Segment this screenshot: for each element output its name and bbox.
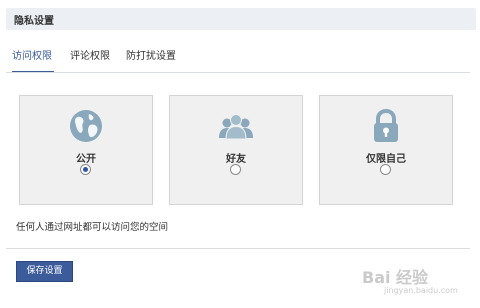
- baidu-jingyan-watermark: Bai 经验 jingyan.baidu.com: [362, 264, 474, 300]
- tab-comment-permissions[interactable]: 评论权限: [70, 47, 114, 71]
- globe-icon: [70, 110, 102, 142]
- friends-icon: [219, 114, 253, 140]
- page-title: 隐私设置: [14, 16, 54, 27]
- watermark-text: Bai 经验: [362, 268, 429, 287]
- tab-bar: 访问权限 评论权限 防打扰设置: [6, 47, 470, 73]
- save-settings-button[interactable]: 保存设置: [16, 261, 73, 282]
- option-label-public: 公开: [76, 154, 96, 165]
- radio-only-me[interactable]: [380, 164, 391, 175]
- radio-friends[interactable]: [230, 164, 241, 175]
- tab-anti-disturb-settings[interactable]: 防打扰设置: [126, 47, 182, 71]
- option-label-only-me: 仅限自己: [366, 154, 406, 165]
- watermark-subtext: jingyan.baidu.com: [384, 286, 458, 295]
- radio-public[interactable]: [80, 164, 91, 175]
- option-label-friends: 好友: [226, 154, 246, 165]
- option-card-public[interactable]: 公开: [19, 95, 153, 205]
- lock-icon: [374, 108, 398, 142]
- option-card-only-me[interactable]: 仅限自己: [319, 95, 453, 205]
- settings-header: 隐私设置: [6, 8, 476, 30]
- tabs-divider: [6, 72, 470, 73]
- permission-description: 任何人通过网址都可以访问您的空间: [16, 222, 169, 233]
- option-card-friends[interactable]: 好友: [169, 95, 303, 205]
- tab-access-permissions[interactable]: 访问权限: [12, 47, 54, 73]
- footer-divider: [6, 248, 470, 249]
